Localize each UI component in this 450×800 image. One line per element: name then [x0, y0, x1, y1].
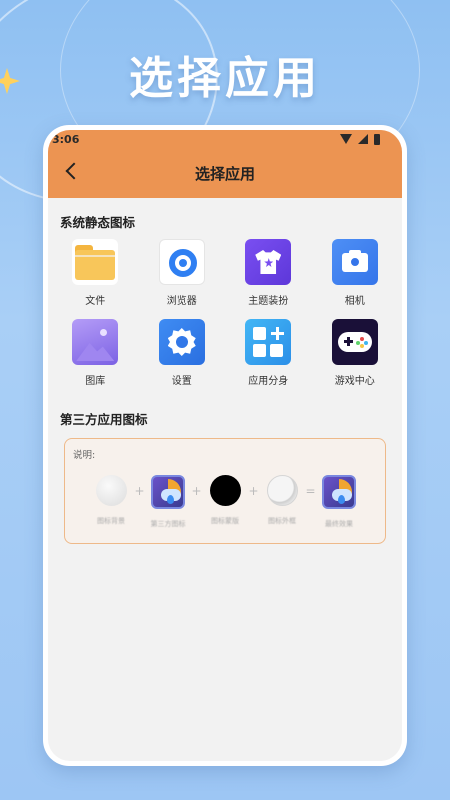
weather-app-icon: [151, 475, 185, 509]
app-item-theme[interactable]: 主题装扮: [225, 239, 312, 307]
status-bar: 3:06: [48, 130, 402, 148]
formula-caption: 第三方图标: [150, 520, 186, 528]
folder-icon: [72, 239, 119, 285]
wifi-icon: [340, 134, 352, 144]
formula-step-third-party: 第三方图标: [146, 475, 190, 529]
app-item-gallery[interactable]: 图库: [52, 319, 139, 387]
phone-frame: 3:06 选择应用 系统静态图标 文件 浏览器 主题装扮 相机 图库 设置 应用…: [43, 125, 407, 766]
app-item-settings[interactable]: 设置: [139, 319, 226, 387]
app-label: 文件: [85, 296, 106, 307]
note-label: 说明:: [73, 450, 96, 461]
equals-operator: =: [305, 484, 316, 498]
app-label: 浏览器: [166, 296, 197, 307]
formula-step-background: 图标背景: [89, 475, 133, 526]
icon-formula: 图标背景 + 第三方图标 + 图标蒙版 + 图标外框 = 最终效果: [73, 475, 377, 529]
formula-caption: 图标蒙版: [211, 517, 239, 525]
black-circle-icon: [209, 475, 241, 506]
app-item-camera[interactable]: 相机: [312, 239, 399, 307]
third-party-icons-title: 第三方应用图标: [60, 412, 148, 427]
back-arrow-icon[interactable]: [65, 162, 83, 180]
system-app-grid: 文件 浏览器 主题装扮 相机 图库 设置 应用分身 游戏中心: [48, 231, 402, 387]
plus-operator: +: [134, 484, 145, 498]
promo-headline: 选择应用: [129, 53, 321, 104]
ring-circle-icon: [266, 475, 298, 506]
system-icons-title: 系统静态图标: [60, 215, 136, 230]
app-label: 应用分身: [248, 376, 289, 387]
app-screen: 3:06 选择应用 系统静态图标 文件 浏览器 主题装扮 相机 图库 设置 应用…: [48, 130, 402, 761]
formula-step-result: 最终效果: [317, 475, 361, 529]
status-time: 3:06: [52, 132, 80, 146]
icon-composition-note: 说明: 图标背景 + 第三方图标 + 图标蒙版 + 图标外框 = 最终效果: [64, 438, 386, 544]
formula-step-mask: 图标蒙版: [203, 475, 247, 526]
formula-caption: 最终效果: [325, 520, 353, 528]
app-item-browser[interactable]: 浏览器: [139, 239, 226, 307]
app-item-game-center[interactable]: 游戏中心: [312, 319, 399, 387]
weather-app-icon: [322, 475, 356, 509]
app-label: 设置: [171, 376, 192, 387]
app-item-app-clone[interactable]: 应用分身: [225, 319, 312, 387]
app-item-files[interactable]: 文件: [52, 239, 139, 307]
app-clone-icon: [245, 319, 292, 365]
theme-shirt-icon: [245, 239, 292, 285]
app-label: 主题装扮: [248, 296, 289, 307]
status-icons: [340, 133, 380, 145]
white-circle-icon: [95, 475, 127, 506]
app-label: 游戏中心: [334, 376, 375, 387]
settings-gear-icon: [158, 319, 205, 365]
app-label: 图库: [85, 376, 106, 387]
page-title: 选择应用: [194, 164, 255, 183]
plus-operator: +: [191, 484, 202, 498]
formula-step-frame: 图标外框: [260, 475, 304, 526]
battery-icon: [374, 133, 380, 145]
gamepad-icon: [331, 319, 378, 365]
camera-icon: [331, 239, 378, 285]
signal-icon: [358, 134, 368, 144]
nav-row: 选择应用: [48, 148, 402, 198]
browser-icon: [158, 239, 205, 285]
app-bar: 3:06 选择应用: [48, 130, 402, 198]
formula-caption: 图标背景: [97, 517, 125, 525]
formula-caption: 图标外框: [268, 517, 296, 525]
app-label: 相机: [344, 296, 365, 307]
gallery-icon: [72, 319, 119, 365]
plus-operator: +: [248, 484, 259, 498]
